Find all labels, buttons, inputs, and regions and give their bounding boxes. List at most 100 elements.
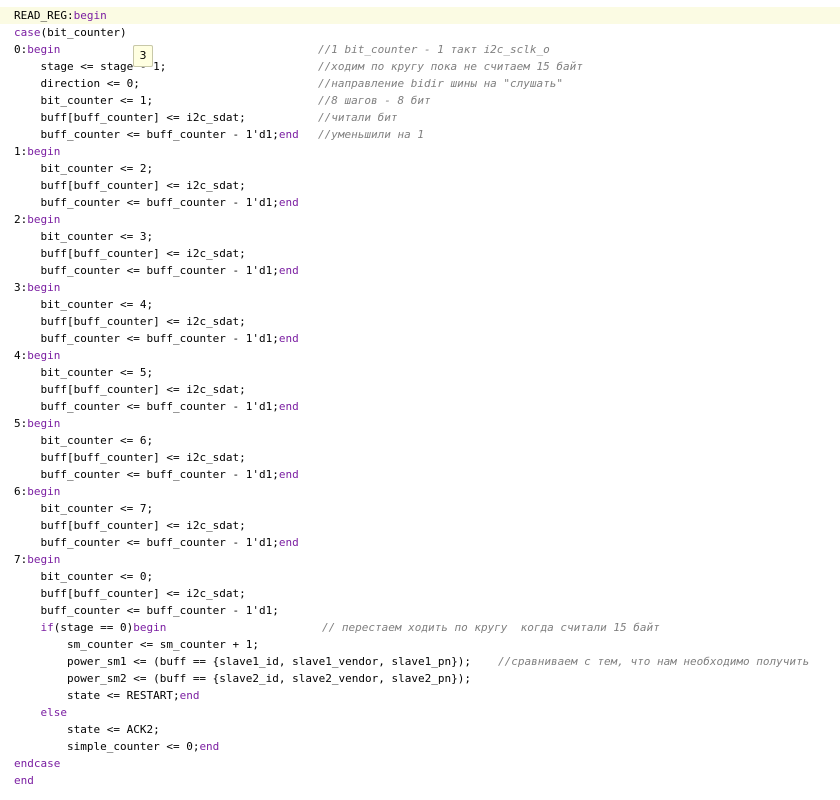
code-editor[interactable]: READ_REG:begin case(bit_counter) 0:begin//… [0,7,840,789]
code-line[interactable]: case(bit_counter) [0,24,840,41]
code-line[interactable]: buff[buff_counter] <= i2c_sdat; [0,245,840,262]
keyword-token: begin [27,145,61,158]
code-token: buff_counter <= buff_counter - 1'd1; [40,468,279,481]
code-line[interactable]: buff_counter <= buff_counter - 1'd1;end [0,262,840,279]
code-token: 5: [14,417,28,430]
code-line[interactable]: power_sm1 <= (buff == {slave1_id, slave1… [0,653,840,670]
code-line[interactable]: 4:begin [0,347,840,364]
keyword-token: end [199,740,220,753]
code-line[interactable]: bit_counter <= 4; [0,296,840,313]
code-line[interactable]: buff[buff_counter] <= i2c_sdat; //читали … [0,109,840,126]
code-comment: //ходим по кругу пока не считаем 15 байт [318,60,583,73]
keyword-token: end [278,468,299,481]
code-token: buff_counter <= buff_counter - 1'd1; [40,536,279,549]
code-line[interactable]: bit_counter <= 6; [0,432,840,449]
hover-tooltip: 3 [133,45,153,67]
code-token: bit_counter <= 7; [40,502,154,515]
code-line[interactable]: buff[buff_counter] <= i2c_sdat; [0,449,840,466]
code-token: buff[buff_counter] <= i2c_sdat; [40,587,246,600]
code-line[interactable]: power_sm2 <= (buff == {slave2_id, slave2… [0,670,840,687]
keyword-token: begin [73,9,107,22]
code-line[interactable]: stage <= stage - 1;//ходим по кругу пока… [0,58,840,75]
code-line[interactable]: bit_counter <= 3; [0,228,840,245]
code-line[interactable]: 0:begin //1 bit_counter - 1 такт i2c_sclk… [0,41,840,58]
code-comment: //направление bidir шины на "слушать" [318,77,564,90]
code-line[interactable]: buff[buff_counter] <= i2c_sdat; [0,585,840,602]
code-token: 6: [14,485,28,498]
code-token: bit_counter <= 5; [40,366,154,379]
keyword-token: begin [27,553,61,566]
code-token: 7: [14,553,28,566]
keyword-token: if [40,621,54,634]
code-line[interactable]: bit_counter <= 1; //8 шагов - 8 бит [0,92,840,109]
code-line[interactable]: buff_counter <= buff_counter - 1'd1;end [0,534,840,551]
code-line[interactable]: buff[buff_counter] <= i2c_sdat; [0,313,840,330]
code-token: buff[buff_counter] <= i2c_sdat; [40,111,246,124]
code-line[interactable]: simple_counter <= 0;end [0,738,840,755]
code-token: power_sm2 <= (buff == {slave2_id, slave2… [66,672,471,685]
code-token: buff[buff_counter] <= i2c_sdat; [40,315,246,328]
code-line[interactable]: sm_counter <= sm_counter + 1; [0,636,840,653]
keyword-token: end [278,264,299,277]
code-token: buff_counter <= buff_counter - 1'd1; [40,128,279,141]
code-line[interactable]: buff[buff_counter] <= i2c_sdat; [0,517,840,534]
code-token: bit_counter <= 2; [40,162,154,175]
code-token: buff_counter <= buff_counter - 1'd1; [40,604,279,617]
keyword-token: endcase [14,757,61,770]
code-token: buff_counter <= buff_counter - 1'd1; [40,196,279,209]
code-line[interactable]: end [0,772,840,789]
code-comment: //уменьшили на 1 [318,128,424,141]
code-token: buff[buff_counter] <= i2c_sdat; [40,383,246,396]
code-line[interactable]: buff_counter <= buff_counter - 1'd1;end [0,330,840,347]
code-line-current[interactable]: READ_REG:begin [0,7,840,24]
code-line[interactable]: buff_counter <= buff_counter - 1'd1;end [0,466,840,483]
code-token: buff[buff_counter] <= i2c_sdat; [40,247,246,260]
code-line[interactable]: endcase [0,755,840,772]
code-comment: // перестаем ходить по кругу когда счита… [322,621,660,634]
code-line[interactable]: bit_counter <= 0; [0,568,840,585]
keyword-token: end [278,400,299,413]
code-token: buff_counter <= buff_counter - 1'd1; [40,400,279,413]
code-line[interactable]: 6:begin [0,483,840,500]
code-line[interactable]: state <= RESTART;end [0,687,840,704]
code-line[interactable]: 3:begin [0,279,840,296]
code-line[interactable]: bit_counter <= 5; [0,364,840,381]
code-token: simple_counter <= 0; [66,740,200,753]
keyword-token: begin [27,213,61,226]
code-line[interactable]: buff[buff_counter] <= i2c_sdat; [0,177,840,194]
code-token: sm_counter <= sm_counter + 1; [66,638,260,651]
code-token: direction <= 0; [40,77,140,90]
code-line[interactable]: state <= ACK2; [0,721,840,738]
keyword-token: end [179,689,200,702]
code-token: bit_counter <= 1; [40,94,154,107]
code-line[interactable]: buff_counter <= buff_counter - 1'd1; [0,602,840,619]
keyword-token: case [14,26,41,39]
code-token: 4: [14,349,28,362]
code-line[interactable]: if(stage == 0)begin // перестаем ходить п… [0,619,840,636]
code-line[interactable]: 7:begin [0,551,840,568]
code-line[interactable]: buff_counter <= buff_counter - 1'd1;end [0,194,840,211]
code-token: state <= ACK2; [66,723,160,736]
code-token: state <= RESTART; [66,689,180,702]
keyword-token: begin [27,43,61,56]
code-comment: //сравниваем с тем, что нам необходимо п… [498,655,810,668]
code-comment: //читали бит [318,111,398,124]
code-line[interactable]: buff[buff_counter] <= i2c_sdat; [0,381,840,398]
code-line[interactable]: 2:begin [0,211,840,228]
code-token: bit_counter <= 6; [40,434,154,447]
keyword-token: end [278,196,299,209]
keyword-token: begin [27,485,61,498]
code-line[interactable]: 1:begin [0,143,840,160]
code-token: 1: [14,145,28,158]
code-token: bit_counter <= 4; [40,298,154,311]
code-line[interactable]: buff_counter <= buff_counter - 1'd1;end [0,398,840,415]
code-line[interactable]: else [0,704,840,721]
code-line[interactable]: bit_counter <= 7; [0,500,840,517]
keyword-token: begin [133,621,167,634]
code-line[interactable]: 5:begin [0,415,840,432]
code-line[interactable]: buff_counter <= buff_counter - 1'd1;end /… [0,126,840,143]
code-token: buff[buff_counter] <= i2c_sdat; [40,451,246,464]
code-line[interactable]: bit_counter <= 2; [0,160,840,177]
code-line[interactable]: direction <= 0; //направление bidir шины … [0,75,840,92]
code-token: 2: [14,213,28,226]
